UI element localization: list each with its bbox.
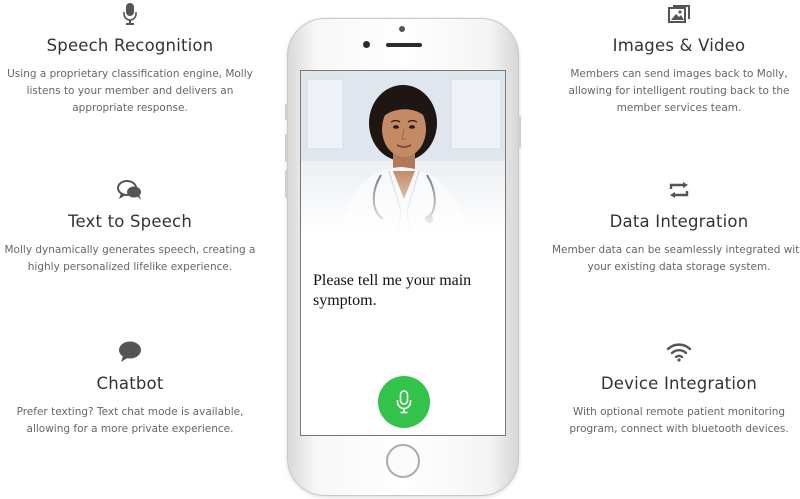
feature-data-integration: Data Integration Member data can be seam…	[549, 178, 800, 276]
feature-description: Using a proprietary classification engin…	[7, 68, 253, 114]
assistant-prompt-text: Please tell me your main symptom.	[313, 272, 472, 309]
sync-arrows-icon	[549, 178, 800, 202]
speech-bubbles-icon	[0, 178, 260, 202]
chat-bubble-icon	[0, 340, 260, 364]
avatar-video	[301, 71, 505, 236]
feature-description: With optional remote patient monitoring …	[569, 406, 789, 435]
feature-title: Data Integration	[609, 212, 749, 231]
phone-volume-down	[285, 170, 288, 198]
feature-speech-recognition: Speech Recognition Using a proprietary c…	[0, 2, 260, 117]
images-icon	[549, 2, 800, 26]
feature-title: Device Integration	[600, 374, 758, 393]
phone-home-button[interactable]	[386, 444, 420, 478]
phone-camera	[363, 41, 370, 48]
feature-title: Speech Recognition	[46, 36, 214, 55]
nurse-avatar-image	[301, 71, 505, 236]
feature-description: Prefer texting? Text chat mode is availa…	[16, 406, 244, 435]
microphone-button[interactable]	[378, 376, 430, 428]
phone-mute-switch	[285, 104, 288, 120]
feature-description: Member data can be seamlessly integrated…	[552, 244, 800, 273]
microphone-icon	[0, 2, 260, 26]
feature-description: Molly dynamically generates speech, crea…	[4, 244, 256, 273]
feature-chatbot: Chatbot Prefer texting? Text chat mode i…	[0, 340, 260, 438]
wifi-icon	[549, 340, 800, 364]
phone-sensor	[399, 26, 405, 32]
feature-description: Members can send images back to Molly, a…	[568, 68, 790, 114]
phone-volume-up	[285, 134, 288, 162]
feature-title: Chatbot	[96, 374, 164, 393]
phone-power-button	[518, 116, 521, 148]
feature-device-integration: Device Integration With optional remote …	[549, 340, 800, 438]
feature-text-to-speech: Text to Speech Molly dynamically generat…	[0, 178, 260, 276]
feature-images-video: Images & Video Members can send images b…	[549, 2, 800, 117]
phone-speaker	[386, 43, 422, 47]
feature-title: Images & Video	[612, 36, 746, 55]
microphone-icon	[396, 390, 412, 414]
feature-title: Text to Speech	[67, 212, 192, 231]
